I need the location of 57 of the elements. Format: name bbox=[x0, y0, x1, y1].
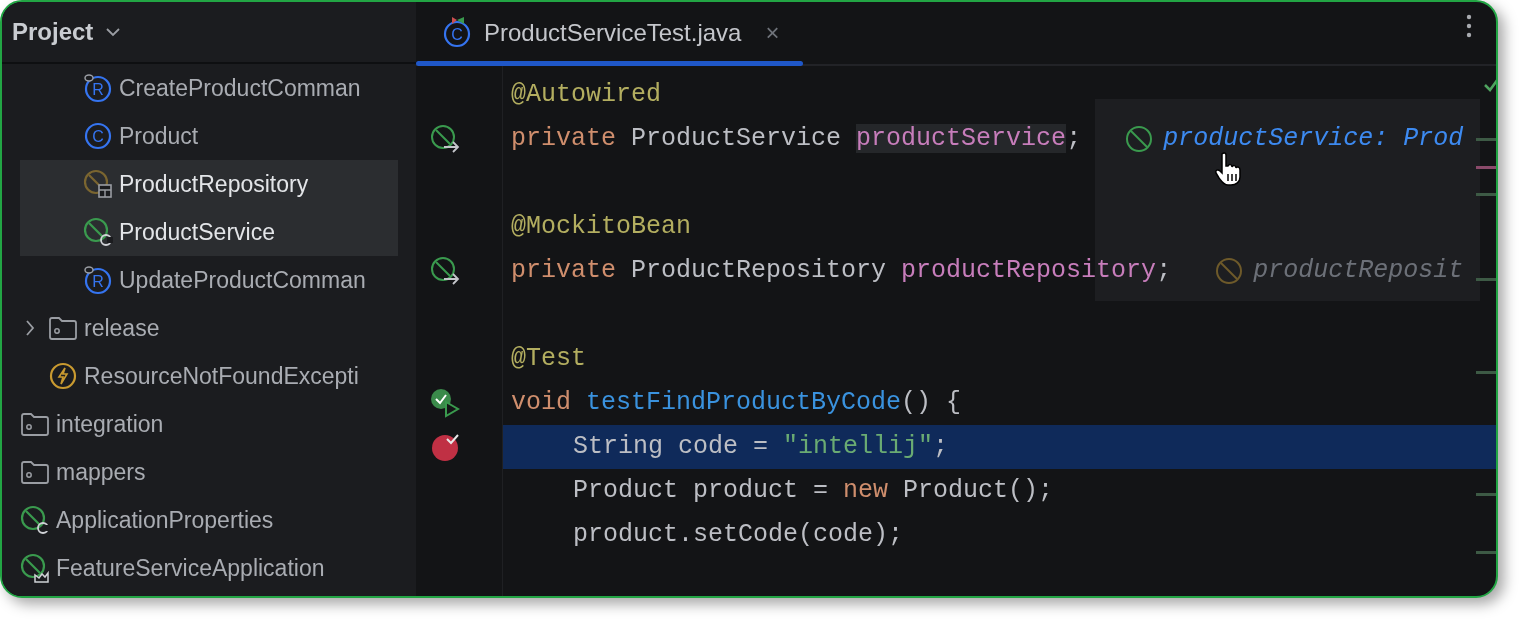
tree-item[interactable]: mappers bbox=[20, 448, 398, 496]
tree-item[interactable]: ResourceNotFoundExcepti bbox=[20, 352, 398, 400]
lightning-icon bbox=[48, 361, 78, 391]
test-passed-run-icon[interactable] bbox=[430, 388, 462, 418]
bean-class-icon bbox=[20, 505, 50, 535]
hand-cursor-icon bbox=[1214, 152, 1244, 186]
panel-title: Project bbox=[12, 17, 94, 47]
item-label: mappers bbox=[56, 457, 146, 487]
tree-item[interactable]: ProductService bbox=[20, 208, 398, 256]
tree-item[interactable]: R CreateProductComman bbox=[20, 64, 398, 112]
item-label: release bbox=[84, 313, 160, 343]
item-label: ApplicationProperties bbox=[56, 505, 274, 535]
chevron-right-icon[interactable] bbox=[24, 319, 36, 337]
item-label: UpdateProductComman bbox=[119, 265, 366, 295]
inlay-hint[interactable]: productService: Prod bbox=[1163, 120, 1464, 158]
tree-item[interactable]: R UpdateProductComman bbox=[20, 256, 398, 304]
record-icon: R bbox=[83, 265, 113, 295]
bean-app-icon bbox=[20, 553, 50, 583]
item-label: FeatureServiceApplication bbox=[56, 553, 325, 583]
folder-icon bbox=[20, 411, 50, 437]
bean-icon bbox=[1125, 125, 1154, 153]
code-line: void testFindProductByCode() { bbox=[511, 387, 962, 420]
tree-item[interactable]: integration bbox=[20, 400, 398, 448]
code-line: String code = "intellij"; bbox=[572, 431, 949, 464]
editor-tab[interactable]: C ProductServiceTest.java × bbox=[416, 2, 804, 64]
bean-navigate-icon[interactable] bbox=[430, 256, 462, 286]
tree-item[interactable]: FeatureServiceApplication bbox=[20, 544, 398, 592]
item-label: Product bbox=[119, 121, 199, 151]
item-label: integration bbox=[56, 409, 164, 439]
bean-class-icon bbox=[83, 217, 113, 247]
bean-navigate-icon[interactable] bbox=[430, 124, 462, 154]
code-line: product.setCode(code); bbox=[572, 519, 904, 552]
item-label: ResourceNotFoundExcepti bbox=[84, 361, 359, 391]
tree-item[interactable]: C Product bbox=[20, 112, 398, 160]
more-icon[interactable] bbox=[1466, 14, 1472, 38]
tree-item[interactable]: ApplicationProperties bbox=[20, 496, 398, 544]
folder-icon bbox=[20, 459, 50, 485]
tab-title: ProductServiceTest.java bbox=[484, 18, 742, 48]
close-button[interactable]: × bbox=[765, 15, 780, 51]
code-line: Product product = new Product(); bbox=[572, 475, 1054, 508]
code-line: @Autowired bbox=[511, 79, 662, 112]
code-line: private ProductRepository productRepository; bbox=[511, 255, 1172, 288]
code-line: @MockitoBean bbox=[511, 211, 692, 244]
record-icon: R bbox=[83, 73, 113, 103]
code-line: @Test bbox=[511, 343, 586, 376]
tree-item[interactable]: release bbox=[20, 304, 398, 352]
item-label: ProductRepository bbox=[119, 169, 309, 199]
code-line: private ProductService productService; bbox=[511, 123, 1082, 156]
tree-item[interactable]: ProductRepository bbox=[20, 160, 398, 208]
bean-icon bbox=[1215, 257, 1244, 285]
breakpoint-icon[interactable] bbox=[430, 432, 462, 462]
item-label: CreateProductComman bbox=[119, 73, 361, 103]
bean-table-icon bbox=[83, 169, 113, 199]
chevron-down-icon[interactable] bbox=[105, 27, 122, 37]
class-icon: C bbox=[83, 121, 113, 151]
folder-icon bbox=[48, 315, 78, 341]
item-label: ProductService bbox=[119, 217, 275, 247]
